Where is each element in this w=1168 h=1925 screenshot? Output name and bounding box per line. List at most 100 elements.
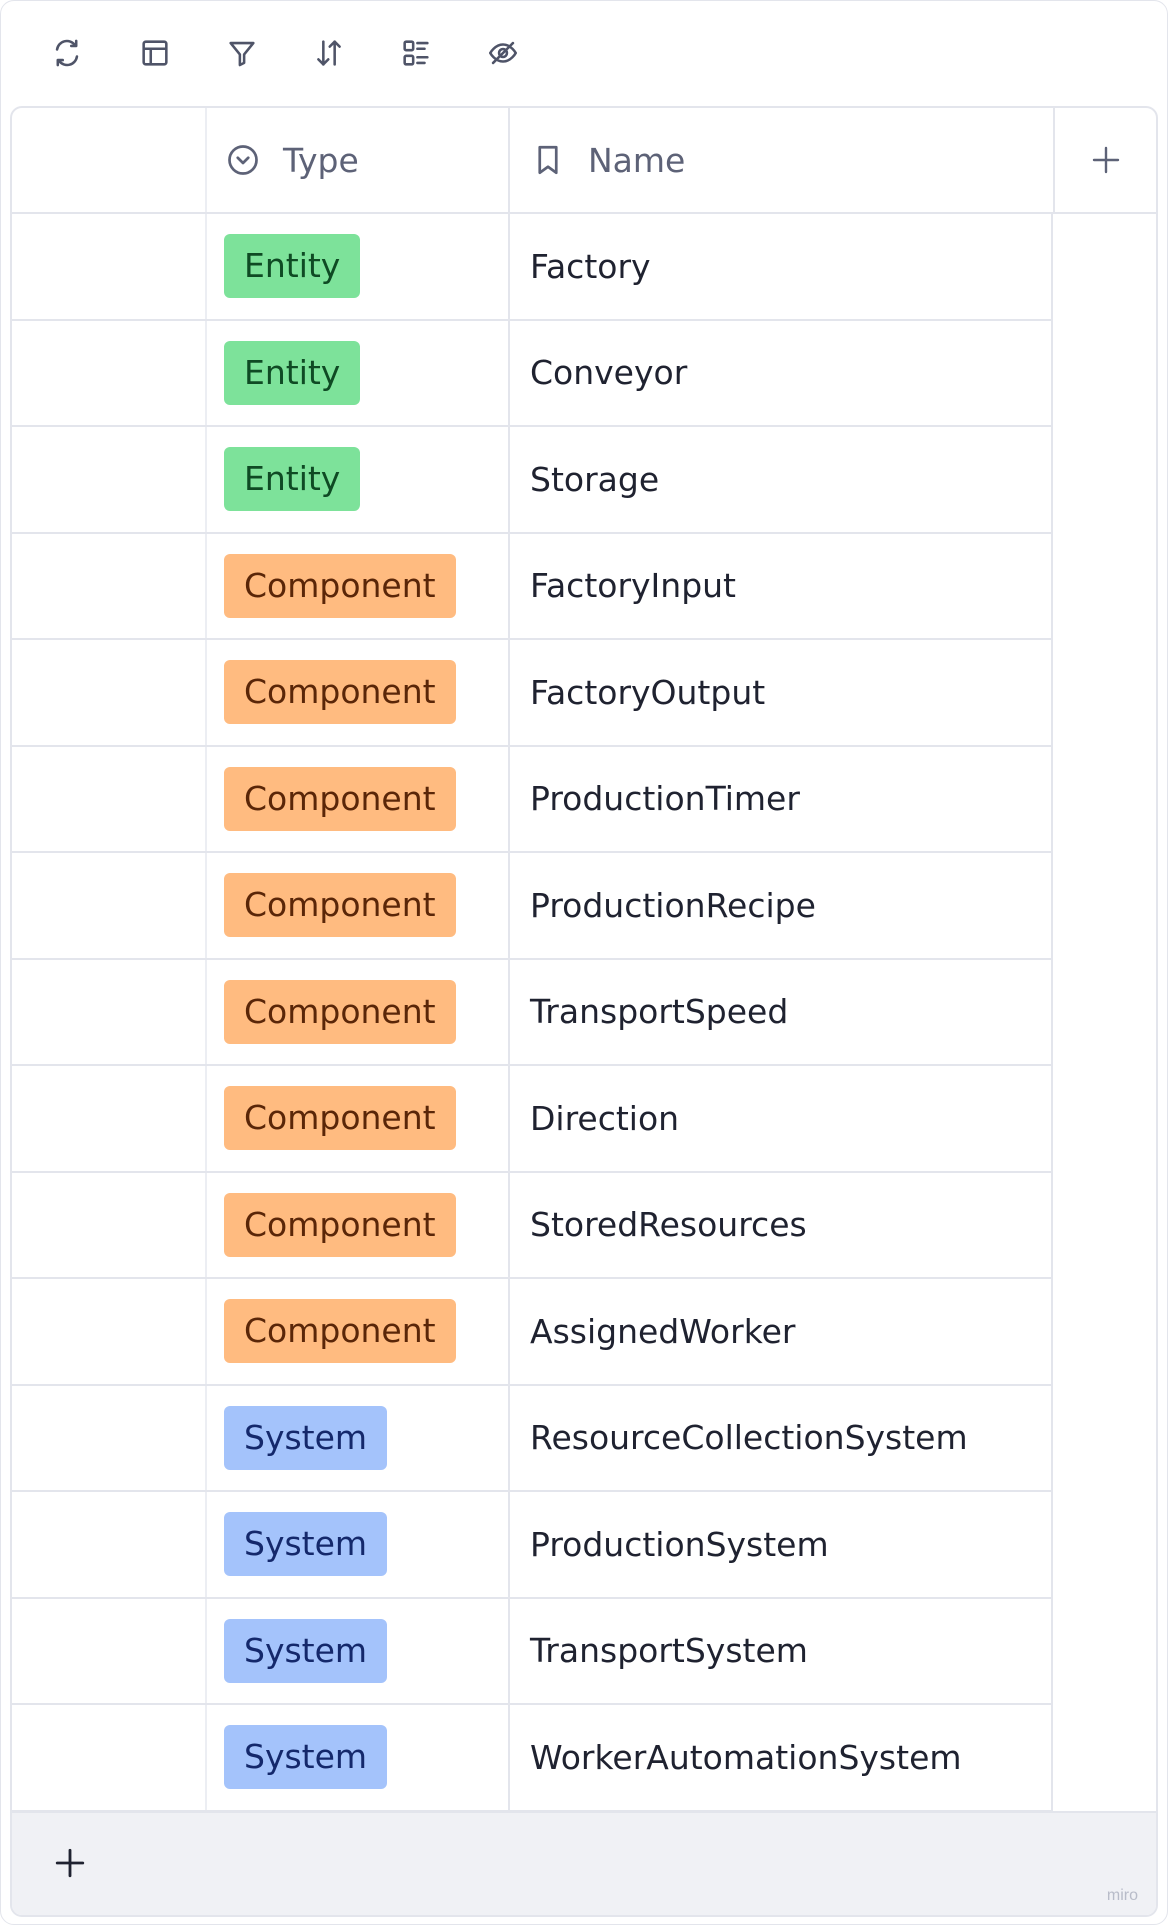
row-handle-cell[interactable] [12,853,205,958]
type-tag-system: System [224,1618,388,1683]
table-row[interactable]: Component StoredResources [12,1172,1053,1279]
name-cell[interactable]: Storage [508,427,1053,532]
row-handle-cell[interactable] [12,1386,205,1491]
table-row[interactable]: System ResourceCollectionSystem [12,1385,1053,1492]
plus-icon [1092,146,1119,174]
layout-icon [142,40,168,66]
brand-watermark: miro [1106,1887,1138,1904]
sync-button[interactable] [45,31,89,75]
table-row[interactable]: Component ProductionRecipe [12,853,1053,960]
name-cell[interactable]: ProductionSystem [508,1492,1053,1597]
type-cell[interactable]: System [205,1705,508,1810]
filter-button[interactable] [220,31,264,75]
name-text: TransportSystem [530,1631,808,1671]
type-tag-component: Component [224,660,456,725]
name-text: FactoryOutput [530,672,766,712]
plus-icon [55,1848,85,1878]
row-handle-cell[interactable] [12,1705,205,1810]
name-cell[interactable]: FactoryInput [508,533,1053,638]
name-text: Direction [530,1098,680,1138]
name-cell[interactable]: Conveyor [508,320,1053,425]
add-row-button[interactable] [48,1841,92,1885]
type-cell[interactable]: Component [205,853,508,958]
row-handle-cell[interactable] [12,747,205,852]
data-table: Type Name Entity Factory Entity Conveyor Ent… [10,106,1158,1917]
table-row[interactable]: Entity Storage [12,427,1053,534]
table-row[interactable]: Component ProductionTimer [12,746,1053,853]
table-row[interactable]: System TransportSystem [12,1598,1053,1705]
type-tag-entity: Entity [224,447,361,512]
name-text: StoredResources [530,1205,807,1245]
circle-chevron-icon [228,145,258,175]
type-cell[interactable]: System [205,1598,508,1703]
table-header: Type Name [12,108,1156,214]
sort-icon [317,40,341,66]
type-cell[interactable]: Component [205,746,508,851]
table-row[interactable]: Component Direction [12,1066,1053,1173]
toolbar [0,0,1168,106]
type-tag-component: Component [224,1192,456,1257]
type-tag-system: System [224,1405,388,1470]
table-row[interactable]: System WorkerAutomationSystem [12,1705,1053,1812]
column-header-type[interactable]: Type [205,108,508,212]
row-handle-cell[interactable] [12,214,205,319]
fields-button[interactable] [394,31,438,75]
name-cell[interactable]: StoredResources [508,1172,1053,1277]
name-cell[interactable]: Factory [508,214,1053,319]
name-text: FactoryInput [530,566,736,606]
type-cell[interactable]: Entity [205,320,508,425]
row-handle-cell[interactable] [12,1066,205,1171]
type-cell[interactable]: Component [205,1172,508,1277]
name-text: ProductionSystem [530,1524,829,1564]
layout-button[interactable] [133,31,177,75]
table-row[interactable]: Component FactoryInput [12,533,1053,640]
type-cell[interactable]: Component [205,640,508,745]
row-handle-cell[interactable] [12,534,205,639]
name-text: TransportSpeed [530,992,789,1032]
type-cell[interactable]: Component [205,959,508,1064]
hide-eye-icon [488,41,518,65]
name-cell[interactable]: ProductionTimer [508,746,1053,851]
type-tag-system: System [224,1512,388,1577]
table-row[interactable]: Component TransportSpeed [12,959,1053,1066]
sort-button[interactable] [307,31,351,75]
type-cell[interactable]: System [205,1385,508,1490]
row-handle-cell[interactable] [12,321,205,426]
type-cell[interactable]: Entity [205,214,508,319]
name-cell[interactable]: TransportSystem [508,1598,1053,1703]
table-row[interactable]: System ProductionSystem [12,1492,1053,1599]
add-column-button[interactable] [1053,108,1156,212]
table-row[interactable]: Component FactoryOutput [12,640,1053,747]
type-cell[interactable]: Component [205,533,508,638]
row-handle-cell[interactable] [12,1599,205,1704]
name-cell[interactable]: TransportSpeed [508,959,1053,1064]
name-cell[interactable]: FactoryOutput [508,640,1053,745]
name-cell[interactable]: AssignedWorker [508,1279,1053,1384]
row-handle-cell[interactable] [12,1492,205,1597]
name-cell[interactable]: WorkerAutomationSystem [508,1705,1053,1810]
type-cell[interactable]: Component [205,1066,508,1171]
table-row[interactable]: Entity Factory [12,214,1053,321]
type-cell[interactable]: Entity [205,427,508,532]
row-handle-cell[interactable] [12,960,205,1065]
column-header-name[interactable]: Name [508,108,1053,212]
list-fields-icon [403,40,429,66]
row-handle-cell[interactable] [12,427,205,532]
name-cell[interactable]: Direction [508,1066,1053,1171]
name-cell[interactable]: ResourceCollectionSystem [508,1385,1053,1490]
column-header-label: Type [283,140,359,180]
bookmark-icon [538,145,558,175]
name-text: ProductionRecipe [530,885,816,925]
type-cell[interactable]: Component [205,1279,508,1384]
name-text: ResourceCollectionSystem [530,1418,968,1458]
type-tag-entity: Entity [224,340,361,405]
row-handle-cell[interactable] [12,640,205,745]
row-handle-cell[interactable] [12,1279,205,1384]
name-cell[interactable]: ProductionRecipe [508,853,1053,958]
table-row[interactable]: Entity Conveyor [12,320,1053,427]
type-cell[interactable]: System [205,1492,508,1597]
table-row[interactable]: Component AssignedWorker [12,1279,1053,1386]
empty-column-area [1053,214,1156,1811]
hide-fields-button[interactable] [481,31,525,75]
row-handle-cell[interactable] [12,1173,205,1278]
